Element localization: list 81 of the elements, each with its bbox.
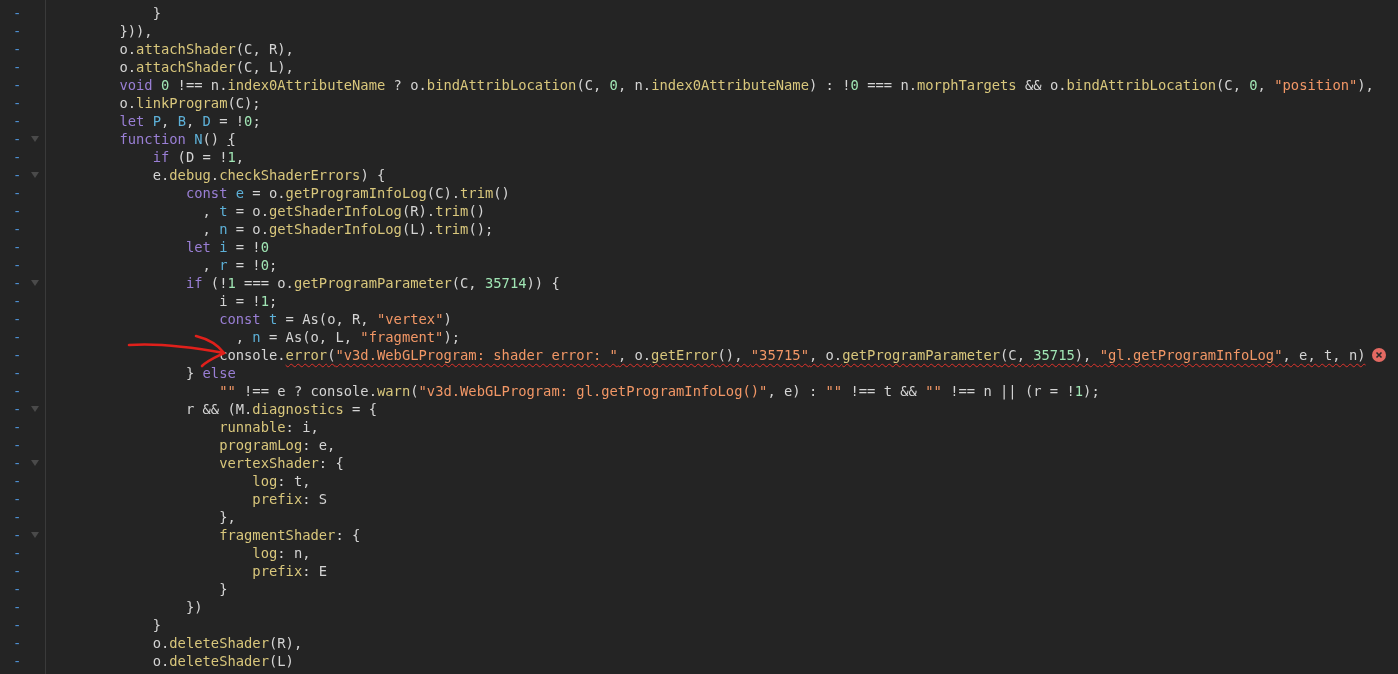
code-line: const e = o.getProgramInfoLog(C).trim() [184, 184, 510, 202]
line-marker: - [13, 652, 22, 670]
line-marker: - [13, 490, 22, 508]
line-marker: - [13, 58, 22, 76]
code-line: void 0 !== n.index0AttributeName ? o.bindAttribLocation(C, 0, n.index0AttributeName) : !0 === n.morphTargets && o.bindAttribLocation(C, 0, "position"), [118, 76, 1374, 94]
code-line: , n = As(o, L, "fragment"); [234, 328, 461, 346]
code-line: prefix: E [251, 562, 328, 580]
line-marker: - [13, 364, 22, 382]
line-marker: - [13, 454, 22, 472]
code-line: })), [118, 22, 153, 40]
line-marker: - [13, 22, 22, 40]
line-marker: - [13, 634, 22, 652]
code-line: , r = !0; [201, 256, 278, 274]
line-marker: - [13, 166, 22, 184]
code-line: }, [218, 508, 236, 526]
line-marker: - [13, 346, 22, 364]
code-line: let i = !0 [184, 238, 269, 256]
code-line: e.debug.checkShaderErrors) { [151, 166, 386, 184]
line-marker: - [13, 382, 22, 400]
fold-triangle-icon[interactable] [31, 532, 39, 538]
line-marker: - [13, 400, 22, 418]
code-line: } [218, 580, 228, 598]
line-marker: - [13, 94, 22, 112]
line-marker: - [13, 76, 22, 94]
line-marker: - [13, 274, 22, 292]
code-line: } [151, 616, 161, 634]
code-line: o.linkProgram(C); [118, 94, 261, 112]
code-line: o.attachShader(C, R), [118, 40, 294, 58]
code-line: } [151, 4, 161, 22]
code-line: if (D = !1, [151, 148, 245, 166]
code-line: prefix: S [251, 490, 328, 508]
code-line: console.error("v3d.WebGLProgram: shader error: ", o.getError(), "35715", o.getProgramParameter(C, 35715), "gl.getProgramInfoLog", e, t, n) [218, 346, 1366, 364]
line-marker: - [13, 310, 22, 328]
error-icon [1371, 348, 1386, 362]
code-line: i = !1; [218, 292, 278, 310]
code-line: , t = o.getShaderInfoLog(R).trim() [201, 202, 485, 220]
line-marker: - [13, 616, 22, 634]
line-marker: - [13, 580, 22, 598]
fold-triangle-icon[interactable] [31, 460, 39, 466]
code-line: programLog: e, [218, 436, 336, 454]
code-line: log: t, [251, 472, 311, 490]
code-line: } else [184, 364, 236, 382]
line-marker: - [13, 328, 22, 346]
line-marker: - [13, 238, 22, 256]
code-line: , n = o.getShaderInfoLog(L).trim(); [201, 220, 494, 238]
code-line: "" !== e ? console.warn("v3d.WebGLProgram: gl.getProgramInfoLog()", e) : "" !== t && "" !== n || (r = !1); [218, 382, 1100, 400]
fold-triangle-icon[interactable] [31, 136, 39, 142]
code-line: const t = As(o, R, "vertex") [218, 310, 452, 328]
line-marker: - [13, 256, 22, 274]
code-line: if (!1 === o.getProgramParameter(C, 35714)) { [184, 274, 560, 292]
line-marker: - [13, 526, 22, 544]
line-marker: - [13, 472, 22, 490]
code-line: o.attachShader(C, L), [118, 58, 294, 76]
line-marker: - [13, 418, 22, 436]
line-marker: - [13, 112, 22, 130]
code-line: function N() { [118, 130, 236, 148]
line-marker: - [13, 292, 22, 310]
line-marker: - [13, 4, 22, 22]
fold-triangle-icon[interactable] [31, 280, 39, 286]
code-line: o.deleteShader(L) [151, 652, 294, 670]
code-line: runnable: i, [218, 418, 319, 436]
line-marker: - [13, 202, 22, 220]
code-line: vertexShader: { [218, 454, 344, 472]
code-line: let P, B, D = !0; [118, 112, 261, 130]
line-marker: - [13, 436, 22, 454]
line-marker: - [13, 148, 22, 166]
code-line: }) [184, 598, 203, 616]
code-line: o.deleteShader(R), [151, 634, 303, 652]
line-marker: - [13, 562, 22, 580]
line-marker: - [13, 130, 22, 148]
code-line: log: n, [251, 544, 311, 562]
line-marker: - [13, 508, 22, 526]
line-marker: - [13, 40, 22, 58]
fold-triangle-icon[interactable] [31, 406, 39, 412]
line-marker: - [13, 184, 22, 202]
line-marker: - [13, 598, 22, 616]
line-marker: - [13, 220, 22, 238]
fold-triangle-icon[interactable] [31, 172, 39, 178]
line-marker: - [13, 544, 22, 562]
code-line: fragmentShader: { [218, 526, 361, 544]
code-line: r && (M.diagnostics = { [184, 400, 377, 418]
